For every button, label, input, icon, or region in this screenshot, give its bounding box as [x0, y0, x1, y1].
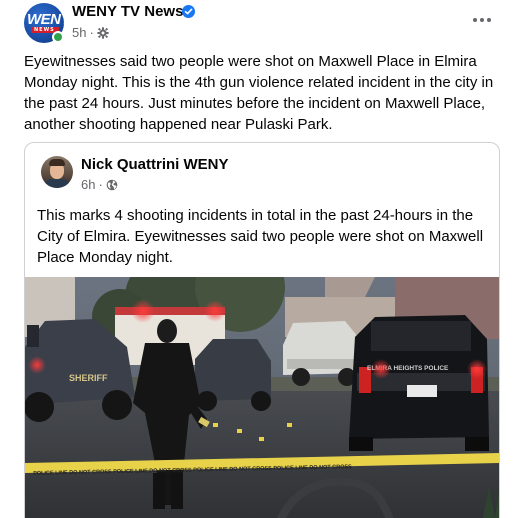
online-status-dot — [52, 31, 64, 43]
shared-timestamp-link[interactable]: 6h — [81, 177, 95, 192]
news-feed-post: WENY NEWS WENY TV News 5h · — [0, 0, 518, 518]
post-body-text: Eyewitnesses said two people were shot o… — [24, 53, 494, 133]
avatar-logo-subtext: NEWS — [34, 26, 55, 33]
crime-scene-photo: SHERIFF ELMIRA HEIGHTS POLICE POLICE LIN… — [25, 277, 499, 518]
shared-author-avatar[interactable] — [41, 156, 73, 188]
shared-post-body-text: This marks 4 shooting incidents in total… — [37, 207, 484, 266]
more-options-icon[interactable] — [466, 8, 498, 32]
avatar-logo-text: WENY — [27, 11, 64, 28]
shared-author-name-link[interactable]: Nick Quattrini WENY — [81, 156, 229, 173]
sheriff-car-text: SHERIFF — [69, 373, 108, 383]
shared-post-meta: 6h · — [81, 177, 118, 192]
meta-separator: · — [89, 25, 94, 40]
post-timestamp-link[interactable]: 5h — [72, 25, 86, 40]
verified-badge-icon — [182, 5, 195, 18]
settings-gear-icon[interactable] — [97, 26, 109, 39]
shared-post-card[interactable]: Nick Quattrini WENY 6h · This marks 4 sh… — [24, 142, 500, 518]
globe-icon — [106, 179, 118, 191]
shared-post-photo[interactable]: SHERIFF ELMIRA HEIGHTS POLICE POLICE LIN… — [25, 277, 499, 518]
post-meta: 5h · — [72, 25, 109, 40]
meta-separator: · — [98, 177, 103, 192]
page-name-link[interactable]: WENY TV News — [72, 3, 183, 20]
